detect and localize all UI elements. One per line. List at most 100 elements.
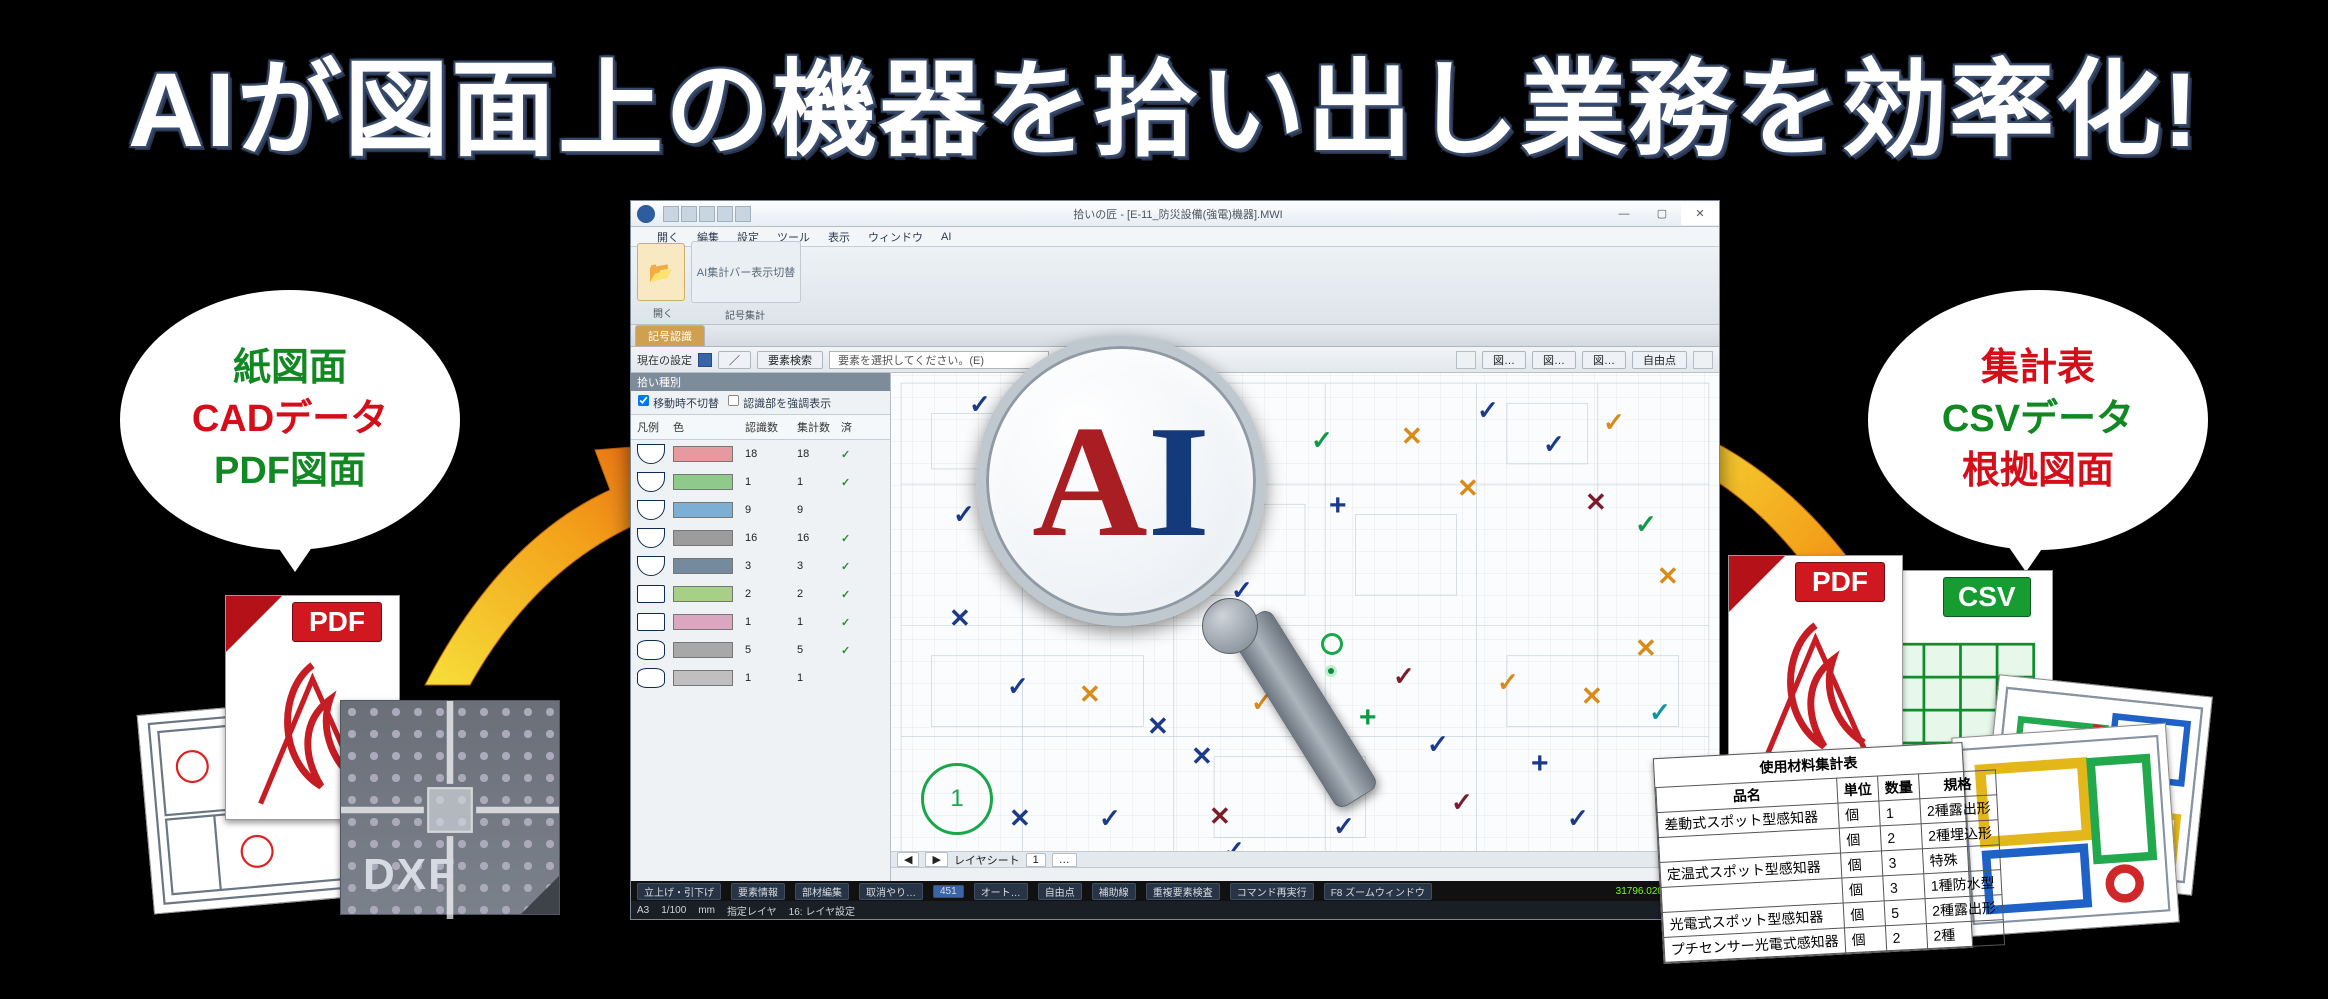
status-item[interactable]: 立上げ・引下げ xyxy=(637,883,721,900)
status2-item[interactable]: A3 xyxy=(637,905,649,916)
opt-move-noswitch[interactable]: 移動時不切替 xyxy=(637,394,719,411)
status-item[interactable]: 重複要素検査 xyxy=(1146,883,1220,900)
status2-item[interactable]: 16: レイヤ設定 xyxy=(789,903,855,918)
x-mark-icon: ✕ xyxy=(1581,683,1603,709)
output-files-cluster: CSV PDF xyxy=(1698,555,2198,935)
x-mark-icon: ✕ xyxy=(1657,563,1679,589)
tab-strip[interactable]: 記号認識 xyxy=(631,325,1719,347)
side-panel-rows[interactable]: 1818✓11✓991616✓33✓22✓11✓55✓11 xyxy=(631,440,890,881)
qat-button[interactable] xyxy=(717,206,733,222)
ai-letter-a: A xyxy=(1032,392,1148,570)
color-swatch[interactable] xyxy=(673,670,733,686)
summary-col: 数量 xyxy=(1878,774,1920,801)
dxf-badge: DXF xyxy=(363,850,457,900)
tab-symbol-recognition[interactable]: 記号認識 xyxy=(635,325,705,346)
summary-table-sheet: 使用材料集計表 品名単位数量規格 差動式スポット型感知器個12種露出形個22種埋… xyxy=(1653,742,1973,964)
qat-button[interactable] xyxy=(681,206,697,222)
side-panel-row[interactable]: 55✓ xyxy=(631,636,890,664)
side-panel-row[interactable]: 33✓ xyxy=(631,552,890,580)
status-item[interactable]: 取消やり… xyxy=(859,883,923,900)
status2-item[interactable]: 1/100 xyxy=(661,905,686,916)
maximize-button[interactable]: ▢ xyxy=(1643,203,1681,225)
status-item[interactable]: コマンド再実行 xyxy=(1230,883,1314,900)
color-swatch[interactable] xyxy=(673,502,733,518)
status-item[interactable]: 要素情報 xyxy=(731,883,785,900)
side-panel-title: 拾い種別 xyxy=(631,373,890,391)
side-panel-row[interactable]: 11 xyxy=(631,664,890,692)
done-check-icon: ✓ xyxy=(841,588,865,601)
side-panel-row[interactable]: 11✓ xyxy=(631,468,890,496)
agg-count: 3 xyxy=(797,560,841,572)
quick-access-toolbar[interactable] xyxy=(663,206,751,222)
sheet-tab-next[interactable]: ▶ xyxy=(925,852,947,867)
side-panel-row[interactable]: 99 xyxy=(631,496,890,524)
bubble-line: PDF図面 xyxy=(214,446,366,497)
check-mark-icon: ✓ xyxy=(1099,805,1121,831)
color-swatch[interactable] xyxy=(673,446,733,462)
menu-item[interactable]: 表示 xyxy=(828,229,850,245)
rec-count: 2 xyxy=(745,588,797,600)
color-swatch[interactable] xyxy=(673,614,733,630)
summary-cell: 2 xyxy=(1885,924,1927,951)
option-label: 移動時不切替 xyxy=(653,398,719,410)
sheet-tab[interactable]: … xyxy=(1052,853,1077,867)
sheet-tab-prev[interactable]: ◀ xyxy=(897,852,919,867)
color-swatch[interactable] xyxy=(673,586,733,602)
toolbar-item[interactable]: 図… xyxy=(1532,351,1576,369)
qat-button[interactable] xyxy=(663,206,679,222)
color-swatch[interactable] xyxy=(673,474,733,490)
ribbon-group-ai[interactable]: AI集計バー表示切替 xyxy=(691,241,801,303)
hero-headline: AIが図面上の機器を拾い出し業務を効率化! xyxy=(0,25,2328,177)
btn-pencil[interactable]: ／ xyxy=(718,351,751,369)
minimize-button[interactable]: — xyxy=(1605,203,1643,225)
sheet-tabs[interactable]: ◀ ▶ レイヤシート 1 … xyxy=(891,851,1719,867)
toolbar-label-state: 現在の設定 xyxy=(637,352,692,368)
checkbox[interactable] xyxy=(728,395,739,406)
status-item[interactable]: F8 ズームウィンドウ xyxy=(1324,883,1432,900)
close-button[interactable]: ✕ xyxy=(1681,203,1719,225)
toolbar-item[interactable]: 図… xyxy=(1482,351,1526,369)
done-check-icon: ✓ xyxy=(841,644,865,657)
status2-item[interactable]: mm xyxy=(698,905,715,916)
status-item[interactable]: 部材編集 xyxy=(795,883,849,900)
sheet-tabs-label: レイヤシート xyxy=(954,852,1020,868)
check-mark-icon: ✓ xyxy=(1311,427,1333,453)
agg-count: 1 xyxy=(797,616,841,628)
side-panel-row[interactable]: 1616✓ xyxy=(631,524,890,552)
side-panel-row[interactable]: 11✓ xyxy=(631,608,890,636)
status2-item[interactable]: 指定レイヤ xyxy=(727,903,777,918)
color-swatch[interactable] xyxy=(673,558,733,574)
toolbar-mini[interactable] xyxy=(1456,351,1476,369)
qat-button[interactable] xyxy=(735,206,751,222)
qat-button[interactable] xyxy=(699,206,715,222)
status-item[interactable]: オート… xyxy=(974,883,1028,900)
dxf-document: DXF xyxy=(340,700,560,915)
toolbar-item[interactable]: 図… xyxy=(1582,351,1626,369)
open-file-button[interactable]: 📂 xyxy=(637,243,685,301)
rec-count: 18 xyxy=(745,448,797,460)
check-mark-icon: ✓ xyxy=(1333,813,1355,839)
menu-item[interactable]: AI xyxy=(941,231,951,243)
status-item[interactable]: 補助線 xyxy=(1092,883,1136,900)
status-item[interactable]: 自由点 xyxy=(1038,883,1082,900)
opt-highlight[interactable]: 認識部を強調表示 xyxy=(727,394,831,411)
toolbar-mini[interactable] xyxy=(1693,351,1713,369)
sheet-tab[interactable]: 1 xyxy=(1026,853,1046,867)
x-mark-icon: ✕ xyxy=(1457,475,1479,501)
menu-item[interactable]: ウィンドウ xyxy=(868,229,923,245)
summary-cell: 5 xyxy=(1884,899,1926,926)
element-search-button[interactable]: 要素検索 xyxy=(757,351,823,369)
color-swatch[interactable] xyxy=(673,642,733,658)
color-swatch[interactable] xyxy=(673,530,733,546)
status-item[interactable]: 451 xyxy=(933,885,964,898)
toolbar-item[interactable]: 自由点 xyxy=(1632,351,1687,369)
legend-symbol-icon xyxy=(637,444,665,464)
rec-count: 1 xyxy=(745,672,797,684)
side-panel-row[interactable]: 1818✓ xyxy=(631,440,890,468)
ribbon: 📂 開く AI集計バー表示切替 記号集計 xyxy=(631,247,1719,325)
bubble-line: CADデータ xyxy=(192,394,388,445)
checkbox[interactable] xyxy=(638,395,649,406)
window-titlebar[interactable]: 拾いの匠 - [E-11_防災設備(強電)機器].MWI — ▢ ✕ xyxy=(631,201,1719,227)
command-prompt[interactable]: 要素を選択してください。(E) xyxy=(829,351,1049,369)
side-panel-row[interactable]: 22✓ xyxy=(631,580,890,608)
